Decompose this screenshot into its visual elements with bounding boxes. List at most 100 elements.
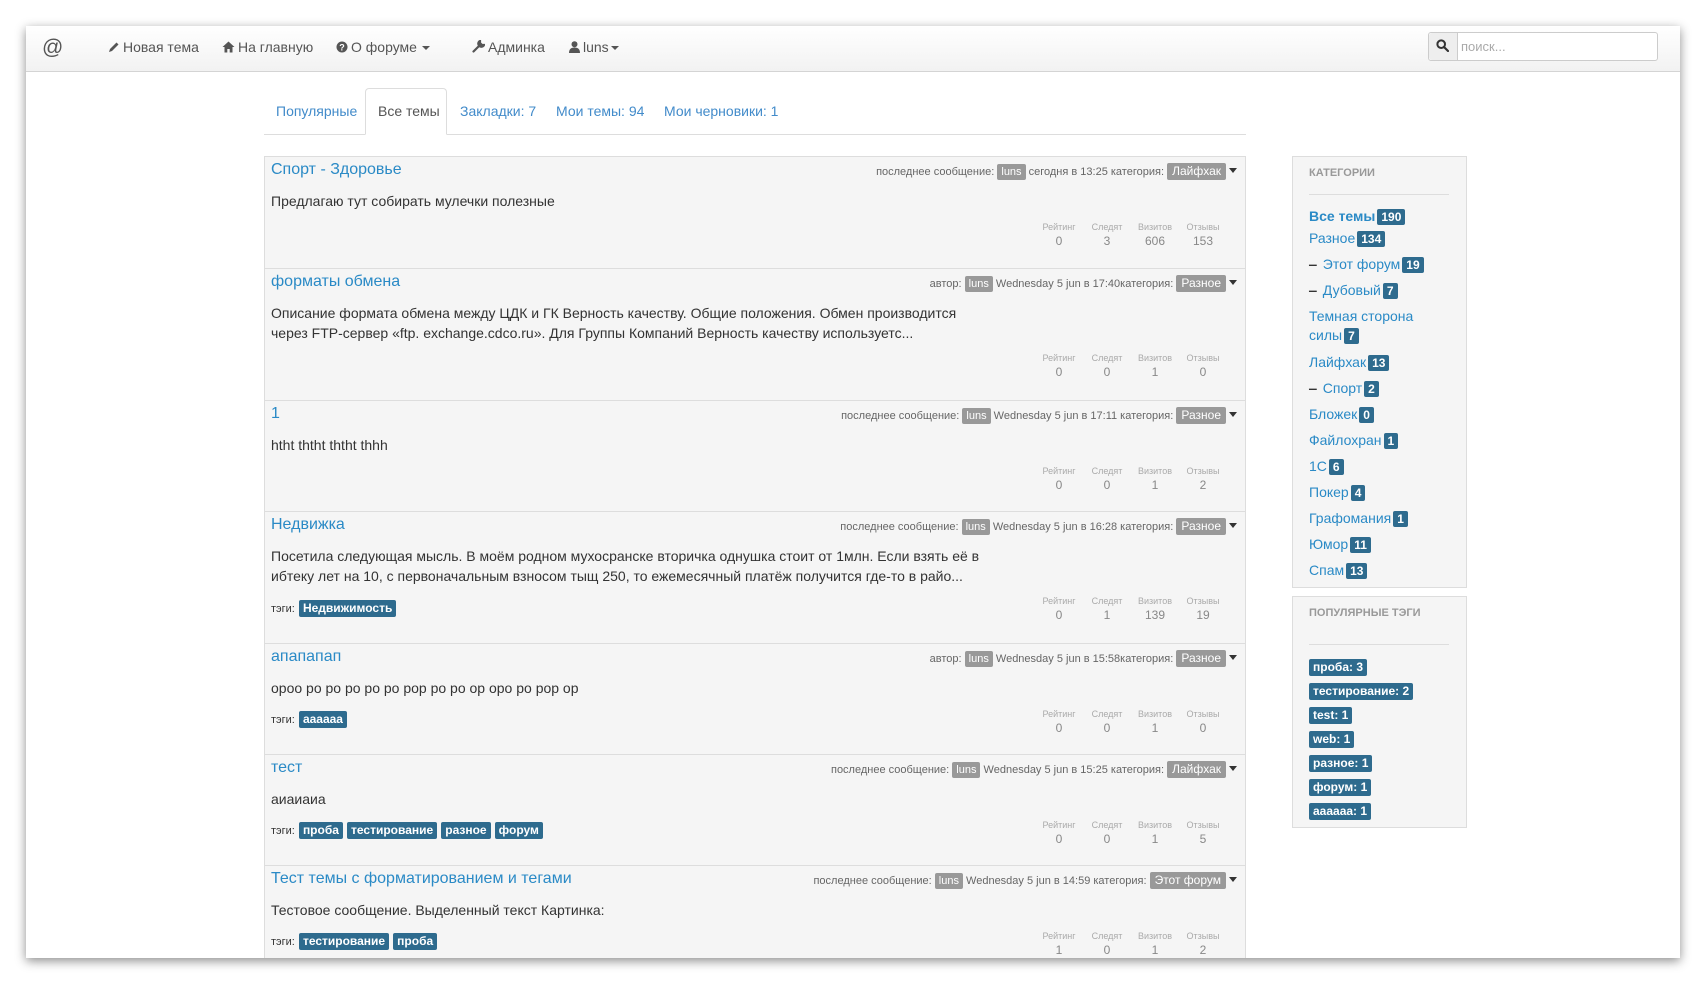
stat-label: Рейтинг [1042, 596, 1076, 606]
category-item[interactable]: 1С 6 [1309, 457, 1344, 476]
stat-label: Следят [1091, 709, 1123, 719]
stat-value: 153 [1192, 234, 1214, 248]
tag-badge[interactable]: проба [393, 933, 438, 950]
topic-stats: Рейтинг 0 Следят 0 Визитов 1 Отзывы 2 [1035, 465, 1227, 493]
topic-meta: последнее сообщение: luns Wednesday 5 ju… [840, 518, 1237, 535]
topic-user-badge[interactable]: luns [997, 164, 1026, 180]
category-item[interactable]: Покер 4 [1309, 483, 1366, 502]
brand-logo[interactable]: @ [42, 36, 63, 60]
tag-badge[interactable]: проба [298, 822, 343, 839]
category-all[interactable]: Все темы 190 [1309, 207, 1406, 226]
topic-excerpt: Описание формата обмена между ЦДК и ГК В… [271, 305, 957, 341]
topic-menu-caret-icon[interactable] [1229, 766, 1237, 771]
topic-user-badge[interactable]: luns [961, 519, 990, 535]
topic-category-badge[interactable]: Этот форум [1149, 872, 1226, 889]
stat-replies: Отзывы 19 [1179, 595, 1227, 623]
topic-title[interactable]: 1 [271, 405, 280, 423]
category-item[interactable]: Бложек 0 [1309, 405, 1374, 424]
stat-label: Следят [1091, 353, 1123, 363]
stat-value: 606 [1144, 234, 1166, 248]
tag-badge[interactable]: тестирование [347, 822, 438, 839]
topic-menu-caret-icon[interactable] [1229, 280, 1237, 285]
wrench-icon [472, 39, 486, 53]
topic-category-badge[interactable]: Разное [1176, 518, 1226, 535]
topic-title[interactable]: Тест темы с форматированием и тегами [271, 870, 572, 888]
tag-badge[interactable]: тестирование [298, 933, 390, 950]
tab-my-drafts[interactable]: Мои черновики: 1 [652, 88, 790, 134]
tag-badge[interactable]: разное [441, 822, 491, 839]
topic-title[interactable]: форматы обмена [271, 273, 400, 291]
topic-category-badge[interactable]: Разное [1176, 275, 1226, 292]
search-input[interactable] [1461, 34, 1651, 58]
popular-tag[interactable]: проба: 3 [1309, 659, 1367, 676]
stat-label: Визитов [1138, 353, 1172, 363]
tab-my-topics[interactable]: Мои темы: 94 [544, 88, 656, 134]
stat-value: 1 [1103, 608, 1111, 622]
topic-category-badge[interactable]: Лайфхак [1167, 163, 1226, 180]
topic-user-badge[interactable]: luns [934, 873, 963, 889]
topic-user-badge[interactable]: luns [964, 276, 993, 292]
popular-tag[interactable]: аааааа: 1 [1309, 803, 1372, 820]
topic-title[interactable]: апапапап [271, 648, 341, 666]
chevron-down-icon [421, 46, 430, 50]
stat-value: 0 [1055, 608, 1063, 622]
stat-visits: Визитов 606 [1131, 221, 1179, 249]
topic-tags: тэги: аааааа [271, 711, 347, 728]
topic-excerpt: htht ththt ththt thhh [271, 437, 388, 453]
stat-label: Визитов [1138, 709, 1172, 719]
category-item[interactable]: Разное 134 [1309, 229, 1386, 248]
category-item[interactable]: Юмор 11 [1309, 535, 1371, 554]
popular-tag[interactable]: форум: 1 [1309, 779, 1372, 796]
topic-user-badge[interactable]: luns [952, 762, 981, 778]
topic-user-badge[interactable]: luns [962, 408, 991, 424]
category-item[interactable]: Спам 13 [1309, 561, 1368, 580]
category-item[interactable]: Темная сторона силы 7 [1309, 307, 1413, 345]
nav-home[interactable]: На главную [222, 39, 313, 55]
category-item[interactable]: ‒ Этот форум 19 [1309, 255, 1424, 274]
topic-stats: Рейтинг 0 Следят 0 Визитов 1 Отзывы 0 [1035, 708, 1227, 736]
stat-replies: Отзывы 0 [1179, 352, 1227, 380]
search-button[interactable] [1429, 33, 1458, 60]
tag-badge[interactable]: форум [494, 822, 543, 839]
stat-value: 1 [1151, 832, 1159, 846]
tab-all-topics[interactable]: Все темы [365, 88, 447, 135]
tag-badge[interactable]: Недвижимость [298, 600, 397, 617]
tab-popular[interactable]: Популярные [264, 88, 369, 134]
pencil-icon [109, 42, 119, 52]
topic-menu-caret-icon[interactable] [1229, 655, 1237, 660]
tab-bookmarks[interactable]: Закладки: 7 [448, 88, 548, 134]
popular-tag[interactable]: web: 1 [1309, 731, 1355, 748]
nav-admin[interactable]: Админка [472, 39, 545, 55]
stat-rating: Рейтинг 0 [1035, 708, 1083, 736]
topic-meta: последнее сообщение: luns Wednesday 5 ju… [831, 761, 1237, 778]
nav-user-dropdown[interactable]: luns [569, 39, 619, 55]
topic-category-badge[interactable]: Разное [1176, 407, 1226, 424]
tag-badge[interactable]: аааааа [298, 711, 347, 728]
category-item[interactable]: ‒ Дубовый 7 [1309, 281, 1398, 300]
stat-label: Отзывы [1186, 222, 1220, 232]
topic-title[interactable]: тест [271, 759, 302, 777]
nav-admin-label: Админка [488, 39, 545, 55]
stat-value: 1 [1055, 943, 1063, 957]
topic-category-badge[interactable]: Разное [1176, 650, 1226, 667]
category-item[interactable]: Графомания 1 [1309, 509, 1408, 528]
topic-user-badge[interactable]: luns [964, 651, 993, 667]
category-item[interactable]: Лайфхак 13 [1309, 353, 1390, 372]
topic-title[interactable]: Недвижка [271, 516, 345, 534]
popular-tag[interactable]: тестирование: 2 [1309, 683, 1414, 700]
topic-item: форматы обмена автор: luns Wednesday 5 j… [265, 269, 1245, 401]
topic-category-badge[interactable]: Лайфхак [1167, 761, 1226, 778]
nav-about-dropdown[interactable]: ? О форуме [336, 39, 430, 55]
topic-menu-caret-icon[interactable] [1229, 168, 1237, 173]
stat-follow: Следят 0 [1083, 352, 1131, 380]
popular-tag[interactable]: test: 1 [1309, 707, 1353, 724]
topic-menu-caret-icon[interactable] [1229, 877, 1237, 882]
nav-new-topic[interactable]: Новая тема [108, 39, 199, 55]
topic-menu-caret-icon[interactable] [1229, 523, 1237, 528]
popular-tag[interactable]: разное: 1 [1309, 755, 1373, 772]
topic-title[interactable]: Спорт - Здоровье [271, 161, 402, 179]
topic-menu-caret-icon[interactable] [1229, 412, 1237, 417]
category-item[interactable]: ‒ Спорт 2 [1309, 379, 1379, 398]
stat-value: 139 [1144, 608, 1166, 622]
category-item[interactable]: Файлохран 1 [1309, 431, 1399, 450]
